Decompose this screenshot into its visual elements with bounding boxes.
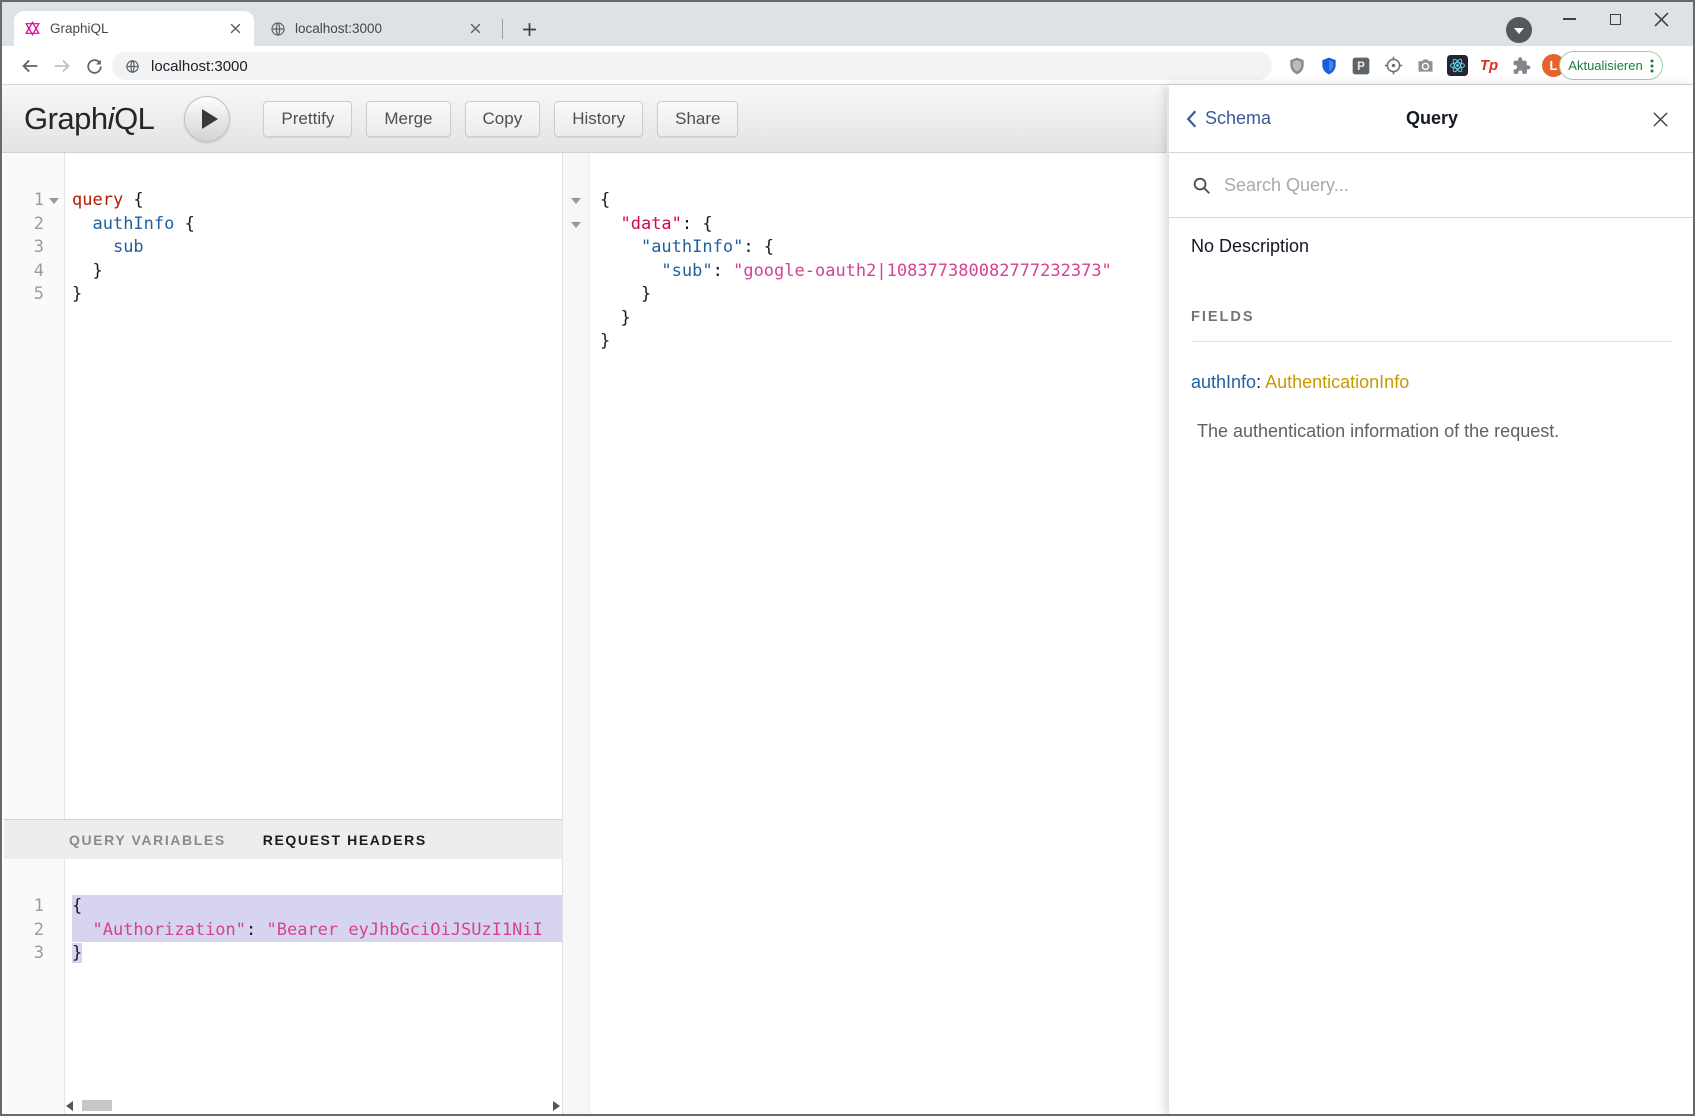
globe-icon <box>125 59 140 74</box>
close-window-button[interactable] <box>1654 12 1669 27</box>
tab-title: GraphiQL <box>50 21 217 36</box>
scrollbar-track[interactable] <box>76 1100 550 1111</box>
tab-search-button[interactable] <box>1506 17 1532 43</box>
update-button[interactable]: Aktualisieren <box>1559 51 1663 80</box>
tab-query-variables[interactable]: QUERY VARIABLES <box>69 832 226 848</box>
reload-button[interactable] <box>82 54 106 78</box>
prettify-button[interactable]: Prettify <box>263 101 352 137</box>
result-viewer-code: { "data": { "authInfo": { "sub": "google… <box>591 153 1169 1116</box>
history-button[interactable]: History <box>554 101 643 137</box>
result-viewer[interactable]: { "data": { "authInfo": { "sub": "google… <box>562 153 1169 1116</box>
scroll-right-icon[interactable] <box>553 1101 560 1111</box>
field-description: The authentication information of the re… <box>1191 421 1673 442</box>
extensions-row: P Tp L <box>1286 46 1565 85</box>
tab-graphiql[interactable]: GraphiQL <box>14 11 254 46</box>
react-devtools-icon[interactable] <box>1446 55 1468 77</box>
field-type-link[interactable]: AuthenticationInfo <box>1265 372 1409 392</box>
result-fold-gutter[interactable] <box>563 153 590 1116</box>
tab-separator <box>502 19 503 39</box>
kebab-menu-icon[interactable] <box>1650 59 1654 73</box>
field-colon: : <box>1256 372 1261 392</box>
headers-editor-code[interactable]: { "Authorization": "Bearer eyJhbGciOiJSU… <box>66 859 562 1116</box>
query-editor-code[interactable]: query { authInfo { sub }} <box>66 153 562 819</box>
url-input[interactable] <box>151 58 551 75</box>
share-button[interactable]: Share <box>657 101 738 137</box>
update-button-label: Aktualisieren <box>1568 58 1642 73</box>
tab-localhost[interactable]: localhost:3000 <box>260 11 494 46</box>
doc-close-button[interactable] <box>1650 109 1670 129</box>
graphql-favicon-icon <box>24 20 41 37</box>
search-icon <box>1192 176 1211 195</box>
doc-explorer-header: Schema Query <box>1169 85 1695 153</box>
chevron-down-icon <box>1514 28 1524 34</box>
doc-search-input[interactable] <box>1224 175 1584 196</box>
maximize-button[interactable] <box>1608 12 1623 27</box>
p-extension-icon[interactable]: P <box>1350 55 1372 77</box>
address-bar: P Tp L Aktualisieren <box>2 46 1693 85</box>
minimize-button[interactable] <box>1562 12 1577 27</box>
play-icon <box>202 109 218 129</box>
doc-search-row <box>1169 153 1695 218</box>
request-headers-editor[interactable]: 123 { "Authorization": "Bearer eyJhbGciO… <box>4 859 562 1116</box>
scrollbar-thumb[interactable] <box>82 1100 112 1111</box>
merge-button[interactable]: Merge <box>366 101 450 137</box>
window-controls <box>1562 9 1669 29</box>
ublock-shield-icon[interactable] <box>1286 55 1308 77</box>
tp-extension-icon[interactable]: Tp <box>1478 55 1500 77</box>
query-editor[interactable]: 12345 query { authInfo { sub }} <box>4 153 562 819</box>
field-name-link[interactable]: authInfo <box>1191 372 1256 392</box>
bitwarden-shield-icon[interactable] <box>1318 55 1340 77</box>
tab-close-icon[interactable] <box>226 20 244 38</box>
camera-icon[interactable] <box>1414 55 1436 77</box>
type-description: No Description <box>1191 236 1673 257</box>
tab-request-headers[interactable]: REQUEST HEADERS <box>263 832 427 848</box>
execute-query-button[interactable] <box>184 96 230 142</box>
tab-close-icon[interactable] <box>466 20 484 38</box>
fields-heading: FIELDS <box>1191 309 1673 342</box>
variables-tab-bar: QUERY VARIABLES REQUEST HEADERS <box>4 819 562 859</box>
tab-strip: GraphiQL localhost:3000 <box>2 2 1693 46</box>
doc-title: Query <box>1406 108 1458 129</box>
new-tab-button[interactable] <box>516 16 542 42</box>
toolbar-buttons: Prettify Merge Copy History Share <box>263 101 738 137</box>
doc-explorer: Schema Query No Description FIELDS authI… <box>1169 85 1695 1116</box>
graphiql-logo: GraphiQL <box>24 101 154 137</box>
tab-title: localhost:3000 <box>295 21 457 36</box>
doc-explorer-body: No Description FIELDS authInfo: Authenti… <box>1169 218 1695 442</box>
scroll-left-icon[interactable] <box>66 1101 73 1111</box>
globe-icon <box>270 21 286 37</box>
browser-window: GraphiQL localhost:3000 <box>0 0 1695 1116</box>
forward-button[interactable] <box>50 54 74 78</box>
field-entry: authInfo: AuthenticationInfo <box>1191 372 1673 393</box>
doc-back-link[interactable]: Schema <box>1186 108 1271 129</box>
back-button[interactable] <box>18 54 42 78</box>
horizontal-scrollbar[interactable] <box>66 1098 560 1113</box>
url-bar[interactable] <box>112 52 1272 80</box>
chevron-left-icon <box>1186 110 1197 128</box>
query-editor-gutter[interactable]: 12345 <box>4 153 65 819</box>
puzzle-extensions-icon[interactable] <box>1510 55 1532 77</box>
target-crosshair-icon[interactable] <box>1382 55 1404 77</box>
copy-button[interactable]: Copy <box>465 101 541 137</box>
svg-text:P: P <box>1357 60 1365 73</box>
doc-back-label: Schema <box>1205 108 1271 129</box>
headers-editor-gutter[interactable]: 123 <box>4 859 65 1116</box>
graphiql-toolbar: GraphiQL Prettify Merge Copy History Sha… <box>2 85 1167 153</box>
